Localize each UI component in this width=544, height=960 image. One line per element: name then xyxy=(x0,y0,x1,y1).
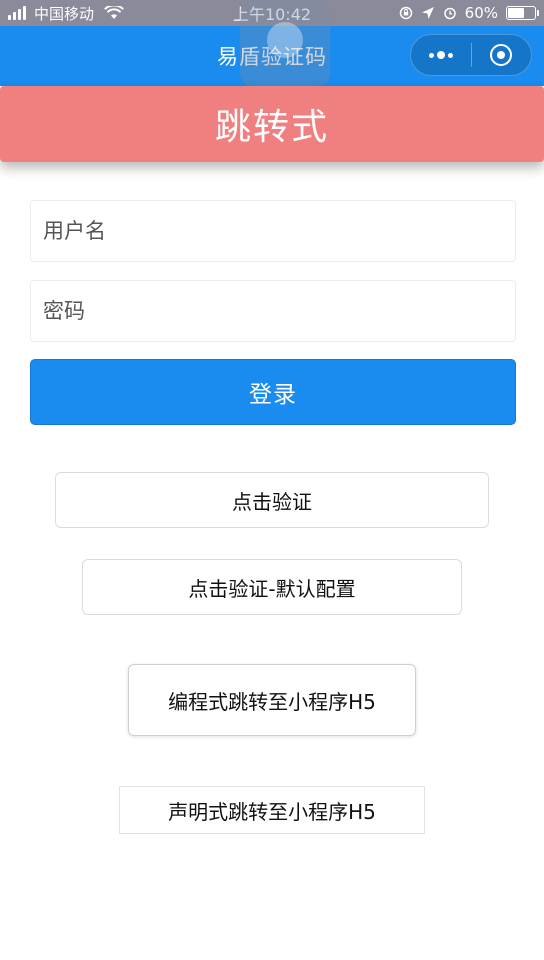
page-banner: 跳转式 xyxy=(0,86,544,162)
click-verify-default-button[interactable]: 点击验证-默认配置 xyxy=(82,559,462,615)
password-input[interactable] xyxy=(30,280,516,342)
rotation-lock-icon xyxy=(399,6,412,20)
battery-percent: 60% xyxy=(464,4,498,22)
declarative-jump-button[interactable]: 声明式跳转至小程序H5 xyxy=(119,786,425,834)
close-mini-program-button[interactable] xyxy=(471,35,531,75)
battery-fill xyxy=(508,8,524,18)
page: 中国移动 上午10:42 60% 易盾验证码 跳转式 用户名 登录 点击验证 点… xyxy=(0,0,544,960)
status-right: 60% xyxy=(399,0,539,26)
floating-overlay xyxy=(240,0,330,86)
more-dots-icon xyxy=(428,51,453,59)
mini-program-capsule xyxy=(410,34,532,76)
programmatic-jump-button[interactable]: 编程式跳转至小程序H5 xyxy=(128,664,416,736)
target-circle-icon xyxy=(490,44,513,66)
click-verify-button[interactable]: 点击验证 xyxy=(55,472,489,528)
username-input[interactable] xyxy=(30,200,516,262)
battery-icon xyxy=(506,6,539,20)
login-button[interactable]: 登录 xyxy=(30,359,516,425)
location-icon xyxy=(421,7,434,19)
more-button[interactable] xyxy=(411,35,471,75)
alarm-icon xyxy=(443,7,456,20)
